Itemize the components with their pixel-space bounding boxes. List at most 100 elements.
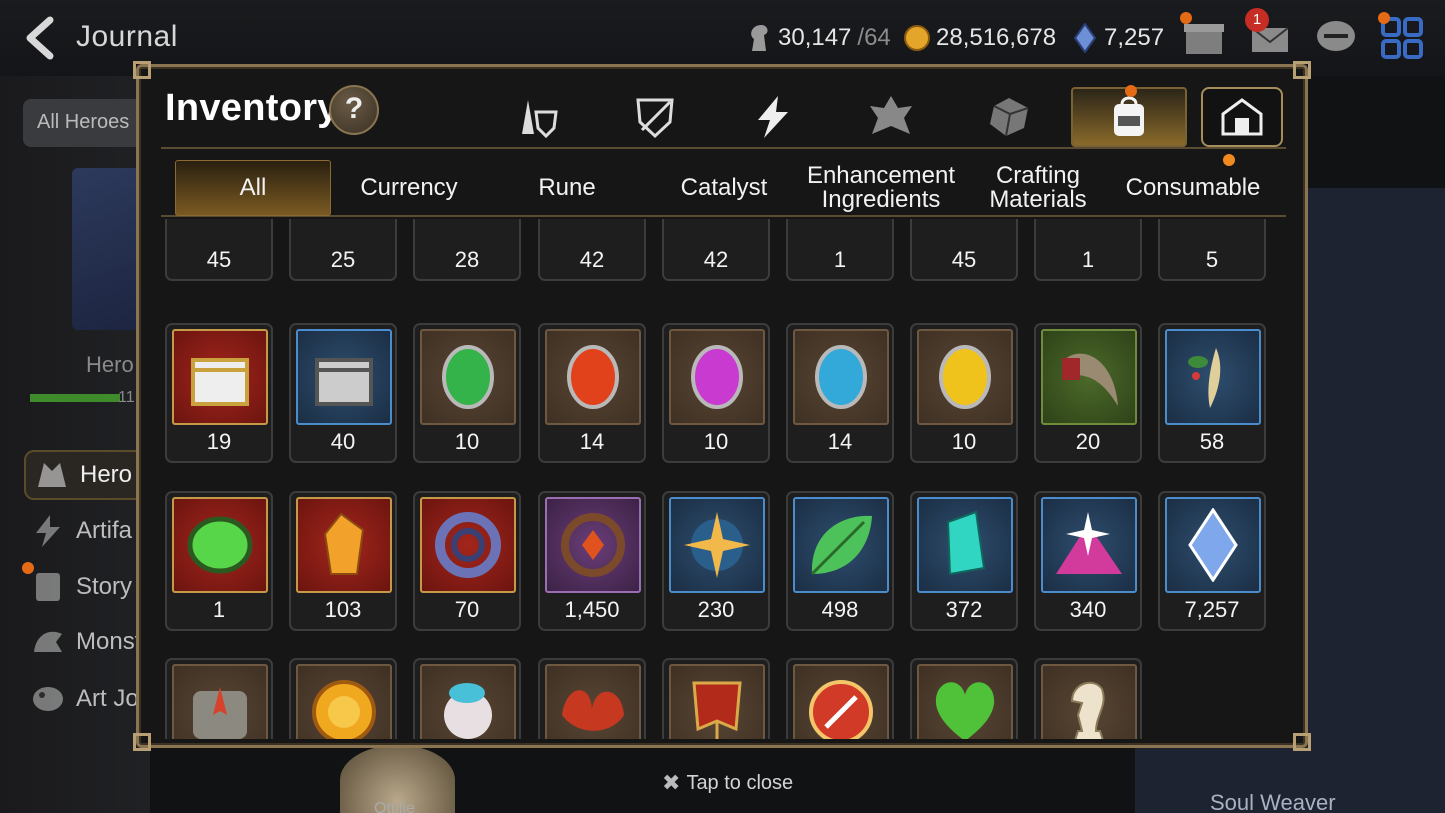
inventory-slot-partial[interactable]: 1 <box>786 219 894 281</box>
inventory-slot[interactable]: 40 <box>289 323 397 463</box>
tab-equipment[interactable] <box>479 87 595 147</box>
tab-divider <box>161 147 1286 149</box>
backpack-icon <box>1114 96 1144 136</box>
chat-icon[interactable] <box>1314 16 1358 60</box>
inventory-slot[interactable]: 11 <box>538 658 646 739</box>
inventory-slot-partial[interactable]: 1 <box>1034 219 1142 281</box>
tab-crafting-materials[interactable]: Crafting Materials <box>960 160 1116 216</box>
stamina-icon <box>751 25 768 51</box>
chess-knight-icon <box>1041 664 1137 739</box>
inventory-slot[interactable]: 230 <box>662 491 770 631</box>
art-journal-icon <box>33 687 63 711</box>
inventory-slot[interactable]: 14 <box>538 323 646 463</box>
inventory-slot[interactable]: 10 <box>662 323 770 463</box>
inventory-slot-partial[interactable]: 5 <box>1158 219 1266 281</box>
inventory-slot[interactable]: 5,280 <box>910 658 1018 739</box>
tab-currency[interactable]: Currency <box>331 160 487 216</box>
item-quantity: 103 <box>324 597 362 622</box>
stamina-max: /64 <box>857 24 891 51</box>
inventory-slot[interactable]: 30,147 <box>1034 658 1142 739</box>
inventory-slot[interactable]: 3 <box>413 658 521 739</box>
sidebar-item-art-journal[interactable]: Art Jo <box>30 674 139 724</box>
amber-crystal-icon <box>296 497 392 593</box>
hero-name: Ottilie <box>374 800 415 813</box>
item-quantity: 372 <box>945 597 983 622</box>
inventory-slot-partial[interactable]: 42 <box>538 219 646 281</box>
hero-emblem-icon <box>870 96 912 134</box>
inventory-slot[interactable]: 28,516,678 <box>289 658 397 739</box>
inventory-slot-partial[interactable]: 45 <box>910 219 1018 281</box>
frame-corner <box>133 733 151 751</box>
sidebar-item-artifact[interactable]: Artifa <box>30 506 132 556</box>
tab-materials[interactable] <box>951 87 1067 147</box>
item-quantity: 1 <box>1081 247 1095 272</box>
sidebar-item-label: Artifa <box>76 517 133 544</box>
progress-number: 11 <box>118 389 135 406</box>
sidebar-item-label: Story <box>76 573 133 600</box>
inventory-slot[interactable]: 70 <box>413 491 521 631</box>
gold-counter: 28,516,678 <box>904 22 1056 54</box>
tap-to-close[interactable]: ✖ Tap to close <box>662 770 793 796</box>
item-quantity: 58 <box>1199 429 1225 454</box>
leaf-icon <box>793 497 889 593</box>
inventory-slot[interactable]: 1,450 <box>538 491 646 631</box>
item-quantity: 40 <box>330 429 356 454</box>
item-quantity: 20 <box>1075 429 1101 454</box>
stamina-counter: 30,147/64 <box>746 22 891 54</box>
tab-enhancement-ingredients[interactable]: Enhancement Ingredients <box>803 160 959 216</box>
sidebar-item-story[interactable]: Story <box>30 562 132 612</box>
monster-icon <box>34 631 62 652</box>
artifact-icon <box>36 515 60 547</box>
inventory-slot[interactable]: 58 <box>1158 323 1266 463</box>
inventory-slot[interactable]: 1 <box>165 491 273 631</box>
inventory-slot-partial[interactable]: 42 <box>662 219 770 281</box>
close-icon: ✖ <box>662 770 681 795</box>
item-quantity: 1,450 <box>564 597 620 622</box>
ice-rune-icon <box>793 329 889 425</box>
inventory-slot-partial[interactable]: 28 <box>413 219 521 281</box>
hero-label: Hero <box>86 352 134 377</box>
claw-icon <box>1041 329 1137 425</box>
tab-storage[interactable] <box>1201 87 1283 147</box>
item-quantity: 42 <box>703 247 729 272</box>
help-button[interactable]: ? <box>329 85 379 135</box>
inventory-slot[interactable]: 7 <box>662 658 770 739</box>
inventory-slot[interactable]: 103 <box>289 491 397 631</box>
hero-filter-button[interactable]: All Heroes <box>23 99 153 147</box>
inventory-slot[interactable]: 10 <box>413 323 521 463</box>
inventory-slot-partial[interactable]: 25 <box>289 219 397 281</box>
inventory-slot[interactable]: 340 <box>1034 491 1142 631</box>
inventory-slot[interactable]: 3 <box>786 658 894 739</box>
sidebar-item-monster[interactable]: Monst <box>30 617 141 667</box>
lightning-icon <box>758 96 788 138</box>
inventory-slot[interactable]: 498 <box>786 491 894 631</box>
inventory-slot[interactable]: 10 <box>910 323 1018 463</box>
item-quantity: 10 <box>951 429 977 454</box>
back-arrow-icon[interactable] <box>22 16 62 60</box>
item-quantity: 10 <box>703 429 729 454</box>
frame-corner <box>1293 733 1311 751</box>
inventory-slot[interactable]: 12 <box>165 658 273 739</box>
tab-catalyst-text[interactable]: Catalyst <box>646 160 802 216</box>
tab-hero-emblem[interactable] <box>833 87 949 147</box>
tab-catalyst[interactable] <box>715 87 831 147</box>
item-quantity: 340 <box>1069 597 1107 622</box>
inventory-slot[interactable]: 14 <box>786 323 894 463</box>
tab-artifact[interactable] <box>597 87 713 147</box>
tab-all[interactable]: All <box>175 160 331 216</box>
tab-consumable[interactable]: Consumable <box>1115 154 1271 216</box>
item-quantity: 14 <box>827 429 853 454</box>
inventory-modal: Inventory ? All Currency Rune Catalyst E… <box>133 61 1311 751</box>
inventory-slot[interactable]: 7,257 <box>1158 491 1266 631</box>
item-quantity: 42 <box>579 247 605 272</box>
steel-chest-icon <box>296 329 392 425</box>
item-quantity: 45 <box>206 247 232 272</box>
inventory-slot[interactable]: 19 <box>165 323 273 463</box>
light-rune-icon <box>917 329 1013 425</box>
inventory-slot-partial[interactable]: 45 <box>165 219 273 281</box>
skystone-counter: 7,257 <box>1072 22 1164 54</box>
inventory-slot[interactable]: 372 <box>910 491 1018 631</box>
inventory-slot[interactable]: 20 <box>1034 323 1142 463</box>
tab-rune[interactable]: Rune <box>489 160 645 216</box>
green-heart-icon <box>917 664 1013 739</box>
